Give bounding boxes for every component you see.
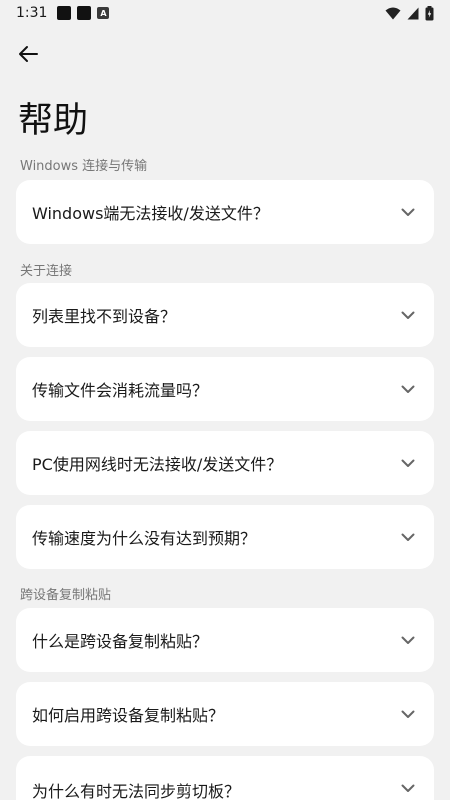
faq-item[interactable]: 传输文件会消耗流量吗？ — [16, 357, 434, 421]
chevron-down-icon — [400, 455, 416, 471]
status-time: 1:31 — [16, 5, 48, 21]
status-indicators — [385, 5, 434, 21]
page-title: 帮助 — [18, 101, 89, 141]
wifi-icon — [385, 7, 401, 19]
chevron-down-icon — [400, 307, 416, 323]
back-button[interactable] — [12, 38, 44, 70]
chevron-down-icon — [400, 204, 416, 220]
section-label-clipboard: 跨设备复制粘贴 — [20, 588, 112, 603]
section-label-windows: Windows 连接与传输 — [20, 159, 148, 174]
faq-item-label: 如何启用跨设备复制粘贴？ — [32, 706, 225, 725]
faq-item-label: PC使用网线时无法接收/发送文件？ — [32, 455, 283, 474]
chevron-down-icon — [400, 780, 416, 796]
section-label-connection: 关于连接 — [20, 264, 73, 279]
faq-item[interactable]: 如何启用跨设备复制粘贴？ — [16, 682, 434, 746]
faq-item[interactable]: PC使用网线时无法接收/发送文件？ — [16, 431, 434, 495]
faq-item-label: 传输文件会消耗流量吗？ — [32, 381, 209, 400]
chevron-down-icon — [400, 706, 416, 722]
faq-item-label: 传输速度为什么没有达到预期？ — [32, 529, 257, 548]
signal-icon — [407, 7, 419, 19]
chevron-down-icon — [400, 381, 416, 397]
arrow-left-icon — [19, 46, 38, 62]
battery-icon — [425, 5, 434, 20]
square-notification-icon — [77, 6, 92, 20]
faq-item[interactable]: 为什么有时无法同步剪切板？ — [16, 756, 434, 800]
faq-item-label: 为什么有时无法同步剪切板？ — [32, 782, 241, 800]
square-notification-icon — [57, 6, 72, 20]
a-notification-icon: A — [97, 7, 110, 19]
faq-item[interactable]: 列表里找不到设备？ — [16, 283, 434, 347]
faq-item-label: 列表里找不到设备？ — [32, 307, 177, 326]
chevron-down-icon — [400, 632, 416, 648]
faq-item-label: Windows端无法接收/发送文件？ — [32, 204, 269, 223]
status-bar: 1:31 A — [0, 0, 450, 26]
chevron-down-icon — [400, 529, 416, 545]
faq-item[interactable]: 什么是跨设备复制粘贴？ — [16, 608, 434, 672]
faq-item[interactable]: 传输速度为什么没有达到预期？ — [16, 505, 434, 569]
faq-item-label: 什么是跨设备复制粘贴？ — [32, 632, 209, 651]
faq-item[interactable]: Windows端无法接收/发送文件？ — [16, 180, 434, 244]
